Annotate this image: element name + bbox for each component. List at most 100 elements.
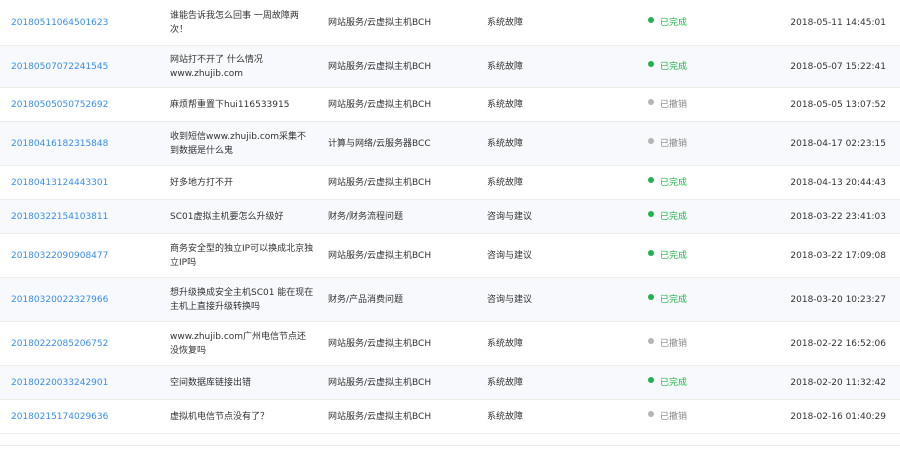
status-dot-icon bbox=[648, 137, 654, 144]
table-row: 20180322154103811 SC01虚拟主机要怎么升级好 财务/财务流程问题… bbox=[0, 200, 900, 234]
ticket-table: 20180511064501623 谁能告诉我怎么回事 一周故障两次！ 网站服务/云… bbox=[0, 0, 900, 446]
table-row: 20180220033242901 空间数据库链接出错 网站服务/云虚拟主机BCH 系… bbox=[0, 366, 900, 400]
status-dot-icon bbox=[648, 410, 654, 417]
table-row bbox=[0, 434, 900, 446]
status-dot-icon bbox=[648, 293, 654, 300]
ticket-time: 2018-02-16 01:40:29 bbox=[790, 411, 886, 422]
status-text: 已撤销 bbox=[660, 99, 688, 110]
ticket-id-link[interactable]: 20180322154103811 bbox=[11, 210, 108, 224]
status-badge: 已完成 bbox=[648, 210, 687, 224]
ticket-category: 网站服务/云虚拟主机BCH bbox=[328, 17, 432, 28]
ticket-time: 2018-05-11 14:45:01 bbox=[790, 17, 886, 28]
status-text: 已完成 bbox=[660, 177, 688, 188]
ticket-title: 空间数据库链接出错 bbox=[170, 377, 252, 388]
status-text: 已撤销 bbox=[660, 338, 688, 349]
ticket-type: 咨询与建议 bbox=[487, 294, 533, 305]
ticket-title: 想升级换成安全主机SC01 能在现在主机上直接升级转换吗 bbox=[170, 287, 314, 312]
status-text: 已完成 bbox=[660, 61, 688, 72]
ticket-category: 计算与网络/云服务器BCC bbox=[328, 138, 431, 149]
ticket-id-link[interactable]: 20180413124443301 bbox=[11, 176, 108, 190]
ticket-title: 网站打不开了 什么情况 www.zhujib.com bbox=[170, 54, 263, 79]
status-badge: 已完成 bbox=[648, 16, 687, 30]
ticket-id-link[interactable]: 20180220033242901 bbox=[11, 376, 108, 390]
table-row: 20180222085206752 www.zhujib.com广州电信节点还没恢… bbox=[0, 322, 900, 366]
ticket-time: 2018-04-17 02:23:15 bbox=[790, 138, 886, 149]
ticket-category: 网站服务/云虚拟主机BCH bbox=[328, 177, 432, 188]
ticket-id-link[interactable]: 20180215174029636 bbox=[11, 410, 108, 424]
ticket-category: 网站服务/云虚拟主机BCH bbox=[328, 61, 432, 72]
status-text: 已撤销 bbox=[660, 138, 688, 149]
status-dot-icon bbox=[648, 337, 654, 344]
status-badge: 已完成 bbox=[648, 176, 687, 190]
ticket-category: 网站服务/云虚拟主机BCH bbox=[328, 250, 432, 261]
status-text: 已完成 bbox=[660, 211, 688, 222]
status-badge: 已撤销 bbox=[648, 98, 687, 112]
ticket-id-link[interactable]: 20180507072241545 bbox=[11, 60, 108, 74]
ticket-type: 系统故障 bbox=[487, 177, 524, 188]
ticket-category: 财务/产品消费问题 bbox=[328, 294, 404, 305]
table-row: 20180215174029636 虚拟机电信节点没有了？ 网站服务/云虚拟主机BC… bbox=[0, 400, 900, 434]
table-row: 20180505050752692 麻烦帮重置下hui116533915 网站服务/… bbox=[0, 88, 900, 122]
ticket-time: 2018-04-13 20:44:43 bbox=[790, 177, 886, 188]
ticket-type: 系统故障 bbox=[487, 138, 524, 149]
status-text: 已完成 bbox=[660, 17, 688, 28]
ticket-id-link[interactable]: 20180320022327966 bbox=[11, 293, 108, 307]
ticket-time: 2018-05-07 15:22:41 bbox=[790, 61, 886, 72]
ticket-type: 系统故障 bbox=[487, 377, 524, 388]
ticket-title: 虚拟机电信节点没有了？ bbox=[170, 411, 270, 422]
ticket-type: 系统故障 bbox=[487, 99, 524, 110]
ticket-category: 网站服务/云虚拟主机BCH bbox=[328, 377, 432, 388]
status-badge: 已完成 bbox=[648, 60, 687, 74]
ticket-title: 商务安全型的独立IP可以换成北京独立IP吗 bbox=[170, 243, 314, 268]
status-text: 已完成 bbox=[660, 377, 688, 388]
ticket-type: 系统故障 bbox=[487, 338, 524, 349]
ticket-type: 系统故障 bbox=[487, 61, 524, 72]
status-badge: 已撤销 bbox=[648, 137, 687, 151]
ticket-id-link[interactable]: 20180322090908477 bbox=[11, 249, 108, 263]
status-dot-icon bbox=[648, 98, 654, 105]
status-text: 已完成 bbox=[660, 294, 688, 305]
status-dot-icon bbox=[648, 60, 654, 67]
ticket-title: www.zhujib.com广州电信节点还没恢复吗 bbox=[170, 331, 307, 356]
status-text: 已完成 bbox=[660, 250, 688, 261]
status-dot-icon bbox=[648, 249, 654, 256]
ticket-type: 系统故障 bbox=[487, 17, 524, 28]
status-dot-icon bbox=[648, 210, 654, 217]
status-dot-icon bbox=[648, 176, 654, 183]
status-badge: 已撤销 bbox=[648, 410, 687, 424]
table-row: 20180416182315848 收到短信www.zhujib.com采集不到数… bbox=[0, 122, 900, 166]
ticket-time: 2018-03-22 17:09:08 bbox=[790, 250, 886, 261]
ticket-category: 财务/财务流程问题 bbox=[328, 211, 404, 222]
ticket-category: 网站服务/云虚拟主机BCH bbox=[328, 338, 432, 349]
ticket-id-link[interactable]: 20180416182315848 bbox=[11, 137, 108, 151]
status-dot-icon bbox=[648, 376, 654, 383]
ticket-title: 收到短信www.zhujib.com采集不到数据是什么鬼 bbox=[170, 131, 307, 156]
ticket-type: 咨询与建议 bbox=[487, 250, 533, 261]
status-badge: 已完成 bbox=[648, 376, 687, 390]
status-text: 已撤销 bbox=[660, 411, 688, 422]
ticket-title: 谁能告诉我怎么回事 一周故障两次！ bbox=[170, 10, 299, 35]
ticket-category: 网站服务/云虚拟主机BCH bbox=[328, 99, 432, 110]
table-row: 20180320022327966 想升级换成安全主机SC01 能在现在主机上直接… bbox=[0, 278, 900, 322]
ticket-time: 2018-03-22 23:41:03 bbox=[790, 211, 886, 222]
table-row: 20180511064501623 谁能告诉我怎么回事 一周故障两次！ 网站服务/云… bbox=[0, 0, 900, 46]
ticket-type: 系统故障 bbox=[487, 411, 524, 422]
ticket-title: 好多地方打不开 bbox=[170, 177, 234, 188]
ticket-id-link[interactable]: 20180222085206752 bbox=[11, 337, 108, 351]
ticket-type: 咨询与建议 bbox=[487, 211, 533, 222]
ticket-time: 2018-03-20 10:23:27 bbox=[790, 294, 886, 305]
ticket-time: 2018-05-05 13:07:52 bbox=[790, 99, 886, 110]
ticket-title: 麻烦帮重置下hui116533915 bbox=[170, 99, 290, 110]
table-row: 20180322090908477 商务安全型的独立IP可以换成北京独立IP吗 网站… bbox=[0, 234, 900, 278]
table-row: 20180413124443301 好多地方打不开 网站服务/云虚拟主机BCH 系统故… bbox=[0, 166, 900, 200]
table-row: 20180507072241545 网站打不开了 什么情况 www.zhujib.… bbox=[0, 46, 900, 88]
ticket-id-link[interactable]: 20180505050752692 bbox=[11, 98, 108, 112]
status-badge: 已撤销 bbox=[648, 337, 687, 351]
status-badge: 已完成 bbox=[648, 249, 687, 263]
ticket-title: SC01虚拟主机要怎么升级好 bbox=[170, 211, 284, 222]
ticket-time: 2018-02-20 11:32:42 bbox=[790, 377, 886, 388]
ticket-category: 网站服务/云虚拟主机BCH bbox=[328, 411, 432, 422]
status-dot-icon bbox=[648, 16, 654, 23]
ticket-id-link[interactable]: 20180511064501623 bbox=[11, 16, 108, 30]
ticket-time: 2018-02-22 16:52:06 bbox=[790, 338, 886, 349]
